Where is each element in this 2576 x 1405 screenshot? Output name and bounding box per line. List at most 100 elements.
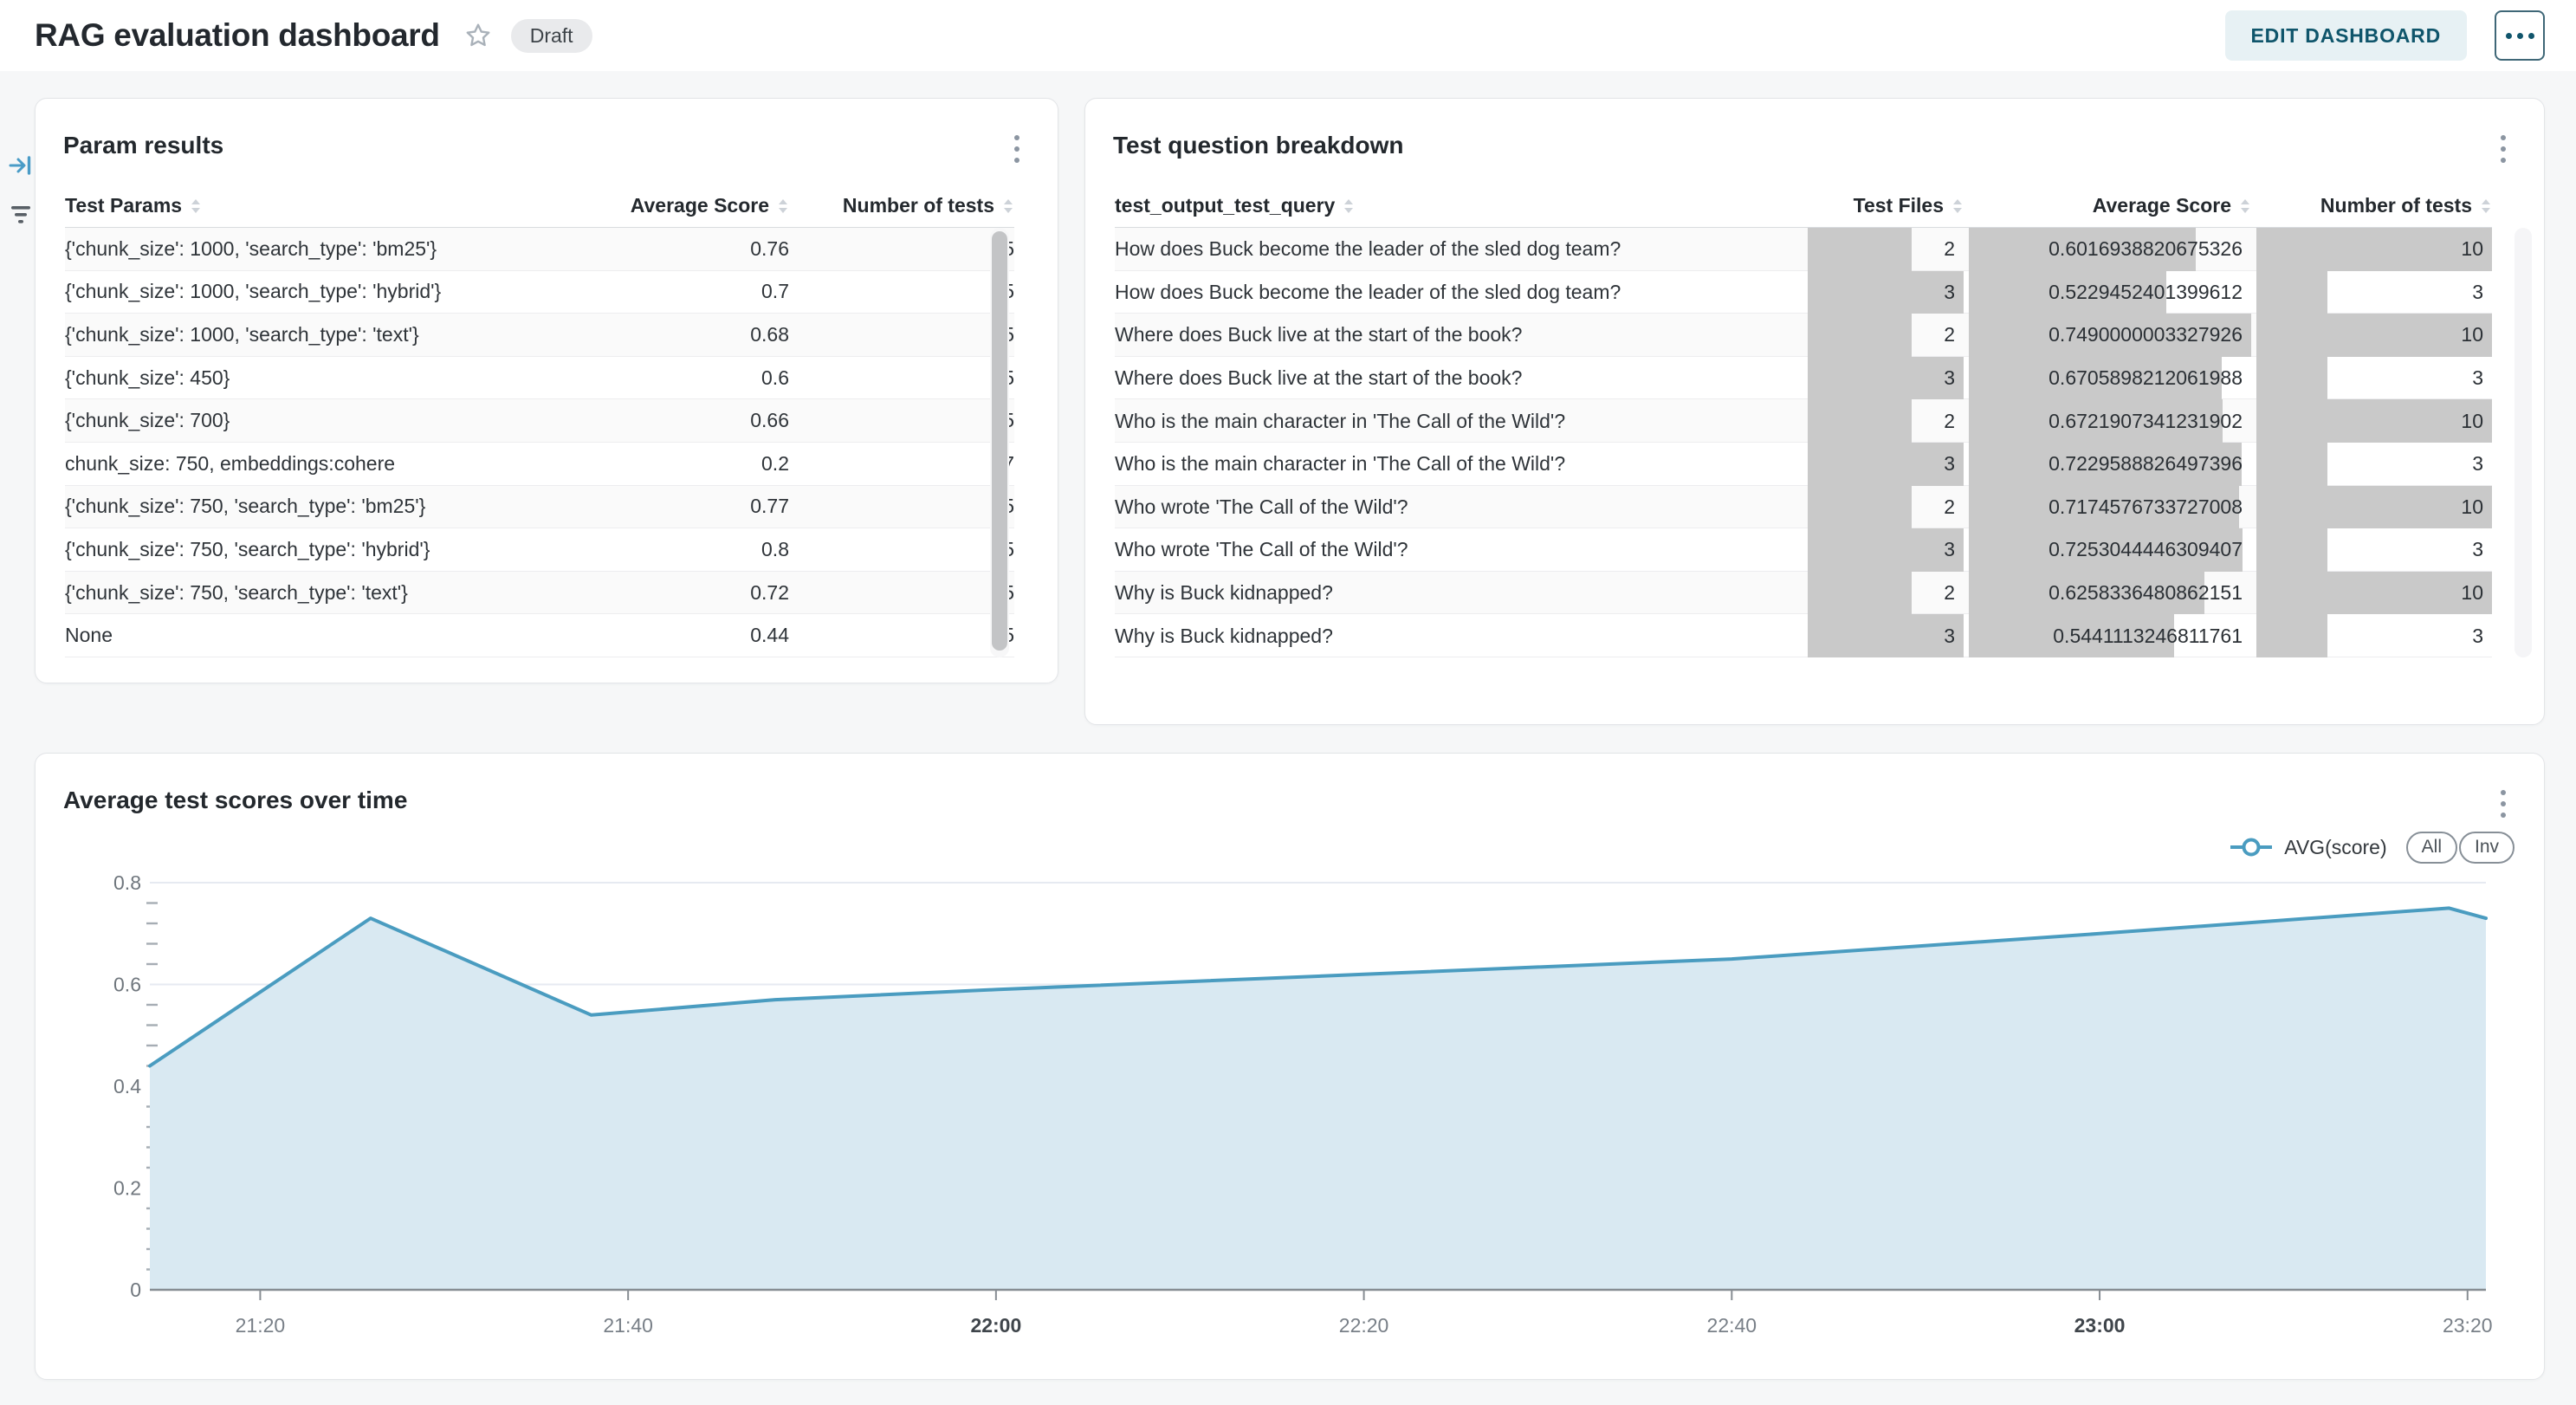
cell-test-query: Who is the main character in 'The Call o… (1115, 410, 1803, 433)
favorite-star-icon[interactable] (463, 20, 494, 51)
sort-icon (2480, 197, 2492, 215)
cell-test-query: Where does Buck live at the start of the… (1115, 366, 1803, 390)
x-axis-label: 22:20 (1339, 1314, 1389, 1337)
y-axis-label: 0.6 (113, 974, 141, 996)
cell-number-of-tests: 3 (2256, 528, 2492, 572)
cell-test-files: 2 (1808, 314, 1964, 357)
cell-average-score: 0.76 (529, 237, 789, 261)
data-bar (1808, 314, 1912, 357)
data-bar (2256, 228, 2492, 271)
data-bar (2256, 271, 2327, 314)
data-bar (2256, 314, 2492, 357)
cell-test-params: {'chunk_size': 1000, 'search_type': 'bm2… (65, 237, 529, 261)
column-header-number-of-tests[interactable]: Number of tests (789, 194, 1014, 217)
param-results-panel: Param results Test Params Average Score … (35, 98, 1058, 683)
cell-number-of-tests: 5 (789, 495, 1014, 518)
data-bar (2256, 357, 2327, 400)
column-header-test-query[interactable]: test_output_test_query (1115, 194, 1803, 217)
sort-icon (190, 197, 202, 215)
table-row: Who wrote 'The Call of the Wild'?30.7253… (1115, 528, 2492, 572)
cell-number-of-tests: 10 (2256, 399, 2492, 443)
table-scrollbar (990, 228, 1009, 657)
column-header-average-score[interactable]: Average Score (1969, 194, 2251, 217)
panel-menu-kebab-icon[interactable] (2489, 130, 2518, 168)
question-breakdown-table: test_output_test_query Test Files Averag… (1115, 185, 2492, 657)
cell-number-of-tests: 15 (789, 366, 1014, 390)
table-row: Who is the main character in 'The Call o… (1115, 443, 2492, 486)
data-bar (1808, 357, 1964, 400)
table-row: How does Buck become the leader of the s… (1115, 228, 2492, 271)
table-row: chunk_size: 750, embeddings:cohere0.217 (65, 443, 1014, 486)
cell-number-of-tests: 5 (789, 581, 1014, 605)
cell-average-score: 0.66 (529, 409, 789, 432)
cell-average-score: 0.77 (529, 495, 789, 518)
data-bar (2256, 399, 2492, 443)
y-axis-label: 0.4 (113, 1075, 141, 1097)
cell-test-query: How does Buck become the leader of the s… (1115, 281, 1803, 304)
more-options-button[interactable] (2495, 10, 2545, 61)
panel-menu-kebab-icon[interactable] (1002, 130, 1032, 168)
data-bar (1808, 572, 1912, 615)
page-title: RAG evaluation dashboard (35, 17, 440, 54)
cell-average-score: 0.7174576733727008 (1969, 486, 2251, 529)
collapse-panel-icon[interactable] (8, 152, 34, 183)
table-row: Where does Buck live at the start of the… (1115, 314, 2492, 357)
question-breakdown-body: How does Buck become the leader of the s… (1115, 228, 2492, 657)
cell-test-files: 3 (1808, 614, 1964, 657)
data-bar (1808, 486, 1912, 529)
param-results-table: Test Params Average Score Number of test… (65, 185, 1014, 657)
table-header-row: Test Params Average Score Number of test… (65, 185, 1014, 228)
cell-test-query: Who wrote 'The Call of the Wild'? (1115, 495, 1803, 519)
cell-average-score: 0.7229588826497396 (1969, 443, 2251, 486)
cell-number-of-tests: 10 (2256, 314, 2492, 357)
cell-test-params: {'chunk_size': 450} (65, 366, 529, 390)
cell-test-params: {'chunk_size': 700} (65, 409, 529, 432)
cell-average-score: 0.2 (529, 452, 789, 476)
cell-average-score: 0.44 (529, 624, 789, 647)
data-bar (1808, 228, 1912, 271)
cell-test-params: {'chunk_size': 750, 'search_type': 'text… (65, 581, 529, 605)
cell-average-score: 0.6016938820675326 (1969, 228, 2251, 271)
cell-test-params: {'chunk_size': 750, 'search_type': 'hybr… (65, 538, 529, 561)
cell-average-score: 0.72 (529, 581, 789, 605)
app-header: RAG evaluation dashboard Draft EDIT DASH… (0, 0, 2576, 71)
x-axis-label: 22:00 (970, 1314, 1021, 1337)
column-header-test-params[interactable]: Test Params (65, 194, 529, 217)
chart-panel: Average test scores over time AVG(score)… (35, 753, 2545, 1380)
cell-test-params: None (65, 624, 529, 647)
data-bar (2256, 486, 2492, 529)
table-row: {'chunk_size': 1000, 'search_type': 'hyb… (65, 271, 1014, 314)
column-header-test-files[interactable]: Test Files (1808, 194, 1964, 217)
cell-number-of-tests: 3 (2256, 271, 2492, 314)
table-row: None0.445 (65, 614, 1014, 657)
sort-icon (2239, 197, 2251, 215)
cell-average-score: 0.8 (529, 538, 789, 561)
sort-icon (1002, 197, 1014, 215)
cell-number-of-tests: 3 (2256, 614, 2492, 657)
cell-test-params: {'chunk_size': 1000, 'search_type': 'tex… (65, 323, 529, 346)
question-breakdown-panel: Test question breakdown test_output_test… (1084, 98, 2545, 725)
cell-test-query: Who wrote 'The Call of the Wild'? (1115, 538, 1803, 561)
y-axis-label: 0 (130, 1279, 141, 1301)
x-axis-label: 22:40 (1707, 1314, 1757, 1337)
data-bar (2256, 443, 2327, 486)
cell-number-of-tests: 5 (789, 538, 1014, 561)
cell-number-of-tests: 17 (789, 452, 1014, 476)
table-row: {'chunk_size': 700}0.6615 (65, 399, 1014, 443)
sort-icon (1951, 197, 1964, 215)
cell-number-of-tests: 3 (2256, 443, 2492, 486)
table-row: {'chunk_size': 750, 'search_type': 'bm25… (65, 486, 1014, 529)
cell-test-query: Where does Buck live at the start of the… (1115, 323, 1803, 346)
cell-average-score: 0.6721907341231902 (1969, 399, 2251, 443)
scrollbar-thumb[interactable] (992, 231, 1007, 651)
cell-test-query: Why is Buck kidnapped? (1115, 625, 1803, 648)
cell-test-files: 2 (1808, 399, 1964, 443)
cell-number-of-tests: 5 (789, 237, 1014, 261)
column-header-average-score[interactable]: Average Score (529, 194, 789, 217)
filter-icon[interactable] (9, 204, 33, 230)
column-header-number-of-tests[interactable]: Number of tests (2256, 194, 2492, 217)
left-rail (6, 152, 36, 230)
cell-number-of-tests: 5 (789, 323, 1014, 346)
edit-dashboard-button[interactable]: EDIT DASHBOARD (2225, 10, 2467, 61)
cell-average-score: 0.6 (529, 366, 789, 390)
